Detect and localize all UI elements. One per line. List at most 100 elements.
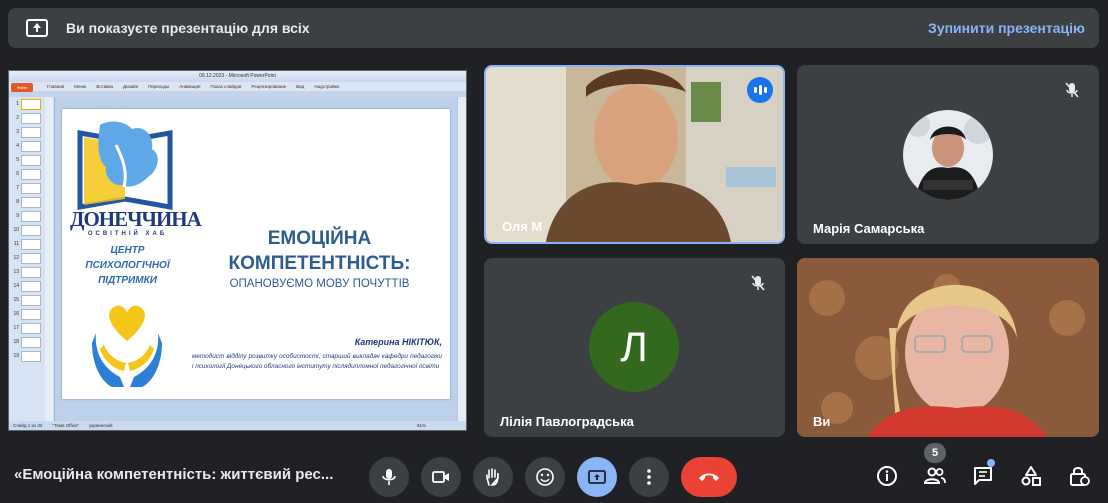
slide-thumbnail-number: 13 bbox=[13, 269, 19, 275]
more-options-button[interactable] bbox=[629, 457, 669, 497]
slide-thumbnail-image bbox=[21, 336, 41, 348]
slide-thumbnail-image bbox=[21, 210, 41, 222]
status-language: украинский bbox=[89, 423, 113, 428]
participant-name: Лілія Павлоградська bbox=[500, 414, 634, 429]
slide-thumbnail-number: 7 bbox=[16, 185, 19, 191]
slide-thumbnail-number: 19 bbox=[13, 353, 19, 359]
slide-thumbnail-image bbox=[21, 126, 41, 138]
ppt-tab: Дизайн bbox=[123, 84, 139, 89]
ppt-tab: Переходы bbox=[148, 84, 170, 89]
slide-brand-sub: ОСВІТНІЙ ХАБ bbox=[87, 231, 168, 237]
mic-off-icon bbox=[1059, 77, 1085, 103]
slide-thumbnail-number: 9 bbox=[16, 213, 19, 219]
host-controls-button[interactable] bbox=[1066, 463, 1092, 489]
status-zoom: 81% bbox=[416, 423, 426, 428]
more-options-icon bbox=[647, 469, 651, 485]
activities-button[interactable] bbox=[1018, 463, 1044, 489]
slide-thumbnail-image bbox=[21, 294, 41, 306]
center-line: ЦЕНТР bbox=[110, 245, 145, 256]
avatar bbox=[903, 110, 993, 200]
present-screen-icon bbox=[588, 470, 606, 484]
ppt-office-button: Файл bbox=[11, 83, 33, 92]
slide-thumbnail-image bbox=[21, 266, 41, 278]
raise-hand-icon bbox=[486, 468, 499, 486]
slide-thumbnail-image bbox=[21, 112, 41, 124]
slide-thumbnail-number: 4 bbox=[16, 143, 19, 149]
slide-thumbnail-number: 3 bbox=[16, 129, 19, 135]
slide-thumbnail-image bbox=[21, 252, 41, 264]
status-theme: "Тема Office" bbox=[52, 423, 80, 428]
camera-icon bbox=[432, 471, 449, 483]
center-line: ПІДТРИМКИ bbox=[98, 275, 157, 286]
ppt-window-title: 09.12.2023 - Microsoft PowerPoint bbox=[9, 71, 466, 82]
presenting-message: Ви показуєте презентацію для всіх bbox=[66, 20, 310, 36]
slide-thumbnail-number: 5 bbox=[16, 157, 19, 163]
heart-hands-icon bbox=[92, 305, 162, 387]
slide-thumbnail-number: 15 bbox=[13, 297, 19, 303]
mic-off-icon bbox=[745, 270, 771, 296]
slide-title-line: КОМПЕТЕНТНІСТЬ: bbox=[228, 253, 411, 274]
slide-scrollbar bbox=[457, 97, 466, 421]
meeting-details-button[interactable] bbox=[874, 463, 900, 489]
chat-button[interactable] bbox=[970, 463, 996, 489]
participant-name: Оля М bbox=[502, 219, 543, 234]
slide: ДОНЕЧЧИНА ОСВІТНІЙ ХАБ ЦЕНТР ПСИХОЛОГІЧН… bbox=[62, 109, 450, 399]
chat-icon bbox=[974, 467, 992, 485]
camera-button[interactable] bbox=[421, 457, 461, 497]
ppt-tab: Вставка bbox=[96, 84, 114, 89]
emoji-button[interactable] bbox=[525, 457, 565, 497]
info-icon bbox=[877, 466, 897, 486]
chat-notification-dot bbox=[987, 459, 995, 467]
ppt-tab: Анимация bbox=[179, 84, 201, 89]
thumbnail-scrollbar bbox=[45, 97, 53, 421]
participant-tile-self[interactable]: Ви bbox=[797, 258, 1099, 437]
slide-thumbnail-number: 17 bbox=[13, 325, 19, 331]
leave-call-button[interactable] bbox=[681, 457, 737, 497]
status-slide-number: Слайд 1 из 32 bbox=[13, 423, 43, 428]
ppt-workspace: 1 2 3 4 5 6 7 8 9 10 11 12 13 14 15 16 17 18 19 ДОНЕЧЧИНА … bbox=[9, 97, 466, 421]
activities-icon bbox=[1021, 466, 1041, 486]
slide-thumbnail-number: 10 bbox=[13, 227, 19, 233]
shared-presentation: 09.12.2023 - Microsoft PowerPoint Файл Г… bbox=[8, 70, 467, 431]
slide-thumbnail-image bbox=[21, 182, 41, 194]
mic-button[interactable] bbox=[369, 457, 409, 497]
presenting-banner: Ви показуєте презентацію для всіх Зупини… bbox=[8, 8, 1099, 48]
slide-thumbnail-image bbox=[21, 168, 41, 180]
slide-thumbnail-number: 16 bbox=[13, 311, 19, 317]
slide-thumbnail-number: 14 bbox=[13, 283, 19, 289]
people-icon bbox=[923, 467, 946, 484]
people-button[interactable] bbox=[922, 463, 948, 489]
emoji-icon bbox=[536, 468, 554, 486]
raise-hand-button[interactable] bbox=[473, 457, 513, 497]
ppt-tab: Главная bbox=[47, 84, 65, 89]
donechchyna-logo bbox=[77, 121, 173, 210]
present-now-button[interactable] bbox=[577, 457, 617, 497]
host-controls-icon bbox=[1070, 467, 1090, 486]
slide-title-line: ЕМОЦІЙНА bbox=[267, 228, 372, 249]
participant-name: Ви bbox=[813, 414, 831, 429]
slide-thumbnail-image bbox=[21, 350, 41, 362]
participant-tile-liliya[interactable]: Л Лілія Павлоградська bbox=[484, 258, 785, 437]
ppt-tab: Надстройки bbox=[314, 84, 340, 89]
center-line: ПСИХОЛОГІЧНОЇ bbox=[85, 260, 170, 271]
slide-thumbnail-image bbox=[21, 154, 41, 166]
video-feed bbox=[797, 258, 1099, 437]
slide-brand: ДОНЕЧЧИНА bbox=[70, 207, 202, 231]
participant-tile-olya[interactable]: Оля М bbox=[484, 65, 785, 244]
stop-presenting-button[interactable]: Зупинити презентацію bbox=[928, 20, 1085, 36]
slide-center-name: ЦЕНТР ПСИХОЛОГІЧНОЇ ПІДТРИМКИ bbox=[70, 243, 185, 288]
slide-thumbnail-image bbox=[21, 224, 41, 236]
slide-thumbnail-number: 18 bbox=[13, 339, 19, 345]
avatar: Л bbox=[589, 302, 679, 392]
ppt-tab: Показ слайдов bbox=[210, 84, 242, 89]
slide-thumbnail-image bbox=[21, 196, 41, 208]
slide-thumbnail-image bbox=[21, 238, 41, 250]
slide-author: Катерина НІКІТЮК, bbox=[354, 337, 442, 347]
hang-up-icon bbox=[699, 473, 719, 481]
ppt-ribbon: Главная Меню Вставка Дизайн Переходы Ани… bbox=[9, 82, 466, 91]
ppt-tab: Рецензирование bbox=[251, 84, 287, 89]
slide-subtitle: ОПАНОВУЄМО МОВУ ПОЧУТТІВ bbox=[229, 278, 410, 290]
participants-count-badge: 5 bbox=[924, 443, 946, 463]
participant-tile-mariya[interactable]: Марія Самарська bbox=[797, 65, 1099, 244]
slide-thumbnail-number: 2 bbox=[16, 115, 19, 121]
